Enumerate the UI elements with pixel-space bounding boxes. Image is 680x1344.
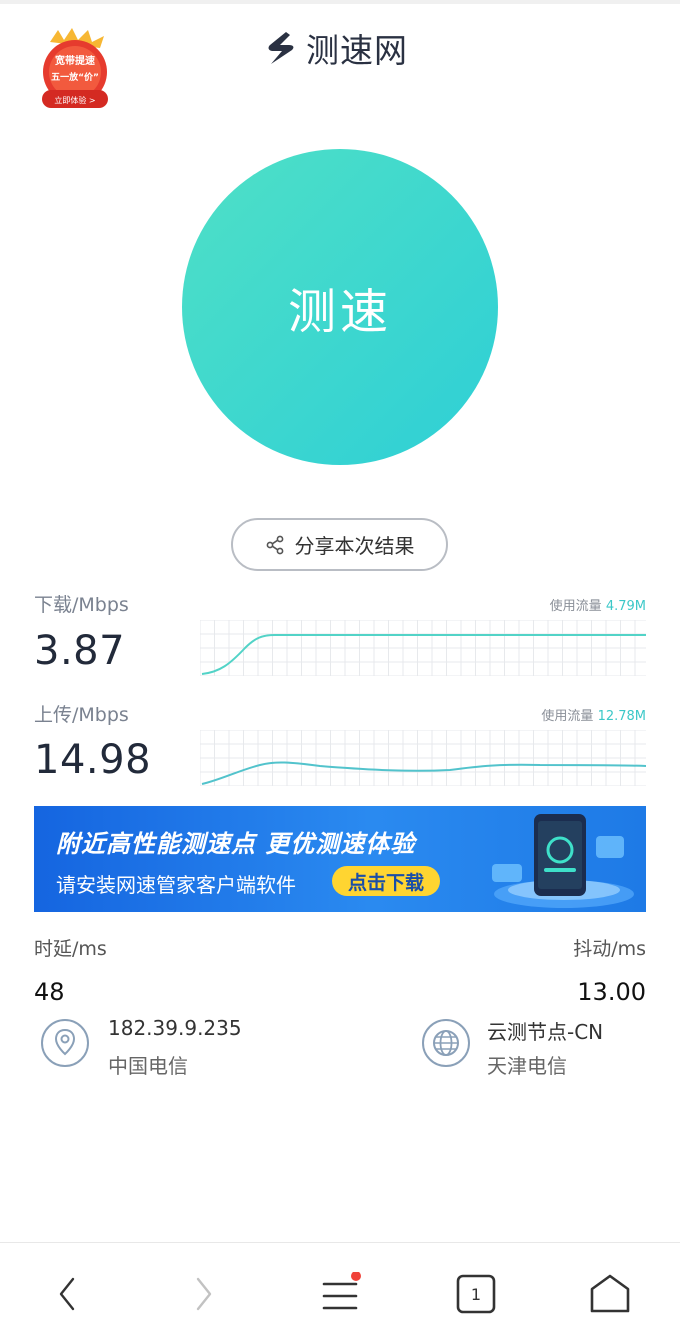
home-button[interactable] <box>585 1271 635 1317</box>
tabs-button[interactable]: 1 <box>451 1271 501 1317</box>
upload-speed-line <box>201 761 646 785</box>
phone-illustration-icon <box>492 814 634 908</box>
latency-value: 48 <box>34 978 65 1006</box>
location-pin-icon <box>40 1018 90 1068</box>
globe-icon <box>421 1018 471 1068</box>
svg-text:五一放“价”: 五一放“价” <box>51 71 99 83</box>
tab-count: 1 <box>471 1285 481 1304</box>
banner-subtitle: 请安装网速管家客户端软件 <box>56 873 296 897</box>
site-logo: 测速网 <box>262 24 408 72</box>
menu-button[interactable] <box>315 1271 365 1317</box>
client-isp: 中国电信 <box>108 1054 188 1078</box>
chevron-right-icon <box>196 1277 212 1311</box>
latency-label: 时延/ms <box>34 938 107 960</box>
banner-title: 附近高性能测速点 更优测速体验 <box>56 830 416 858</box>
server-isp: 天津电信 <box>487 1054 567 1078</box>
upload-label: 上传/Mbps <box>34 704 129 726</box>
download-label: 下载/Mbps <box>34 594 129 616</box>
download-speed-line <box>201 634 646 675</box>
promo-badge[interactable]: 宽带提速 五一放“价” 立即体验 > <box>38 28 112 110</box>
start-speedtest-button[interactable]: 测速 <box>182 149 498 465</box>
svg-text:立即体验 >: 立即体验 > <box>54 95 95 105</box>
notification-dot <box>351 1272 361 1281</box>
download-speed-value: 3.87 <box>34 628 126 674</box>
jitter-value: 13.00 <box>577 978 646 1006</box>
status-bar-divider <box>0 0 680 4</box>
upload-speed-value: 14.98 <box>34 737 152 783</box>
server-node: 云测节点-CN <box>487 1020 604 1044</box>
install-app-banner[interactable]: 附近高性能测速点 更优测速体验 请安装网速管家客户端软件 点击下载 <box>34 806 646 912</box>
download-speed-chart <box>200 620 646 676</box>
share-result-label: 分享本次结果 <box>294 534 415 558</box>
upload-usage: 使用流量 12.78M <box>541 709 646 724</box>
home-icon <box>590 1274 630 1313</box>
upload-speed-chart <box>200 730 646 786</box>
jitter-label: 抖动/ms <box>573 938 646 960</box>
browser-bottom-nav: 1 <box>0 1242 680 1344</box>
svg-text:宽带提速: 宽带提速 <box>54 54 95 67</box>
back-button[interactable] <box>43 1271 93 1317</box>
tabs-icon: 1 <box>456 1274 496 1314</box>
logo-text: 测速网 <box>306 31 408 70</box>
logo-mark-icon <box>268 32 294 64</box>
client-ip: 182.39.9.235 <box>108 1016 242 1040</box>
menu-icon <box>322 1272 361 1310</box>
share-result-button[interactable]: 分享本次结果 <box>231 518 448 571</box>
share-icon <box>266 535 283 554</box>
download-usage: 使用流量 4.79M <box>549 599 646 614</box>
chevron-left-icon <box>59 1277 75 1311</box>
banner-download-button[interactable]: 点击下载 <box>332 866 440 896</box>
forward-button[interactable] <box>178 1271 228 1317</box>
start-speedtest-label: 测速 <box>287 284 392 340</box>
